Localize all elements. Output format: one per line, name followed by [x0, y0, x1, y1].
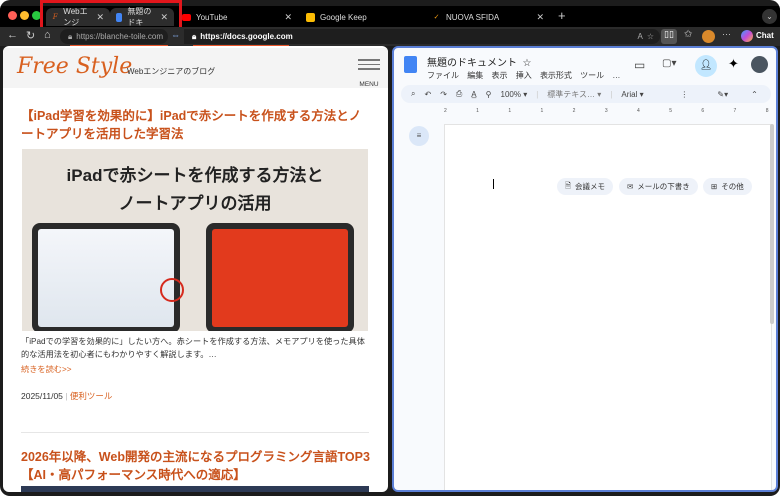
spellcheck-icon[interactable]: A̲ [471, 90, 476, 99]
document-title[interactable]: 無題のドキュメント ☆ [427, 54, 532, 69]
more-tools-icon[interactable]: ⋮ [680, 90, 688, 99]
read-more-link[interactable]: 続きを読む>> [21, 363, 72, 375]
more-chip[interactable]: ⊞ その他 [703, 178, 752, 195]
document-icon: 🗎︎ [565, 181, 572, 190]
blog-tagline: Webエンジニアのブログ [127, 67, 216, 76]
redo-icon[interactable]: ↷ [440, 90, 447, 99]
split-screen-icon[interactable]: ▯▯ [661, 29, 677, 44]
reload-icon[interactable]: ↻ [26, 29, 35, 42]
post-thumbnail[interactable]: iPadで赤シートを作成する方法と ノートアプリの活用 [22, 149, 368, 331]
paint-format-icon[interactable]: ⚲ [486, 90, 492, 99]
outline-icon[interactable]: ≡ [409, 126, 429, 146]
undo-icon[interactable]: ↶ [424, 90, 431, 99]
docs-logo-icon[interactable] [404, 56, 417, 73]
meeting-notes-chip[interactable]: 🗎︎ 会議メモ [557, 178, 614, 195]
post-title[interactable]: 【iPad学習を効果的に】iPadで赤シートを作成する方法とノートアプリを活用し… [21, 107, 371, 143]
home-icon[interactable]: ⌂ [44, 29, 51, 41]
blog-logo[interactable]: Free Style [17, 54, 132, 79]
read-aloud-icon[interactable]: A [637, 32, 642, 41]
url-field-docs[interactable]: 🔒︎ https://docs.google.com A ☆ [184, 29, 660, 44]
menu-view[interactable]: 表示 [491, 71, 507, 80]
divider [21, 432, 369, 433]
email-draft-chip[interactable]: ✉︎ メールの下書き [619, 178, 698, 195]
close-tab-icon[interactable]: ✕ [284, 12, 292, 23]
docs-pane: 無題のドキュメント ☆ ファイル 編集 表示 挿入 表示形式 ツール … ▭ ▢… [392, 46, 778, 492]
gemini-icon[interactable]: ✦ [728, 56, 739, 72]
meet-icon[interactable]: ▢▾ [662, 58, 676, 69]
menu-label: MENU [359, 80, 379, 88]
tab-youtube[interactable]: YouTube ✕ [176, 8, 298, 26]
menu-edit[interactable]: 編集 [467, 71, 483, 80]
menu-more[interactable]: … [612, 71, 620, 80]
back-icon[interactable]: ← [7, 29, 18, 41]
thumbnail-heading: ノートアプリの活用 [118, 194, 272, 213]
docs-toolbar: ⌕ ↶ ↷ ⎙ A̲ ⚲ 100% ▾ | 標準テキス… ▾ | Arial ▾… [401, 85, 771, 103]
favorite-star-icon[interactable]: ☆ [647, 32, 654, 41]
thumbnail-heading: iPadで赤シートを作成する方法と [66, 166, 324, 185]
category-link[interactable]: 便利ツール [70, 391, 113, 401]
url-field-blog[interactable]: 🔒︎ https://blanche-toile.com [60, 29, 168, 44]
chat-button[interactable]: Chat [756, 31, 774, 40]
tab-list-chevron-icon[interactable]: ⌄ [762, 9, 777, 24]
tab-title: NUOVA SFIDA [446, 12, 500, 22]
copilot-icon [741, 30, 753, 42]
user-avatar[interactable] [751, 56, 768, 73]
blog-pane: Free Style Webエンジニアのブログ MENU 【iPad学習を効果的… [3, 46, 388, 492]
lock-icon: 🔒︎ [192, 31, 197, 41]
menu-tools[interactable]: ツール [580, 71, 604, 80]
collapse-toolbar-icon[interactable]: ⌃ [751, 90, 758, 99]
ruler[interactable]: 2 1 1 1 2 3 4 5 6 7 8 9 10 11 12 13 14 [444, 108, 776, 118]
post-thumbnail[interactable] [21, 486, 369, 492]
tab-title: YouTube [196, 12, 228, 22]
share-button[interactable]: 👤︎ [695, 55, 717, 77]
menu-button[interactable]: MENU [358, 56, 380, 91]
favorites-icon[interactable]: ✩ [684, 29, 692, 40]
text-cursor [493, 179, 494, 189]
lock-icon: 🔒︎ [68, 31, 73, 41]
docs-menu-bar: ファイル 編集 表示 挿入 表示形式 ツール … [427, 70, 620, 81]
more-icon[interactable]: ··· [722, 29, 731, 39]
split-link-icon[interactable]: ⇔ [171, 30, 180, 40]
blog-header: Free Style Webエンジニアのブログ MENU [3, 48, 388, 88]
tab-nuova-sfida[interactable]: ✓ NUOVA SFIDA ✕ [426, 8, 550, 26]
zoom-select[interactable]: 100% ▾ [501, 90, 528, 99]
tab-keep[interactable]: Google Keep [300, 8, 422, 26]
ipad-red-sheet-image [206, 223, 354, 331]
post-date: 2025/11/05 [21, 391, 63, 401]
search-icon[interactable]: ⌕ [411, 89, 415, 99]
profile-avatar[interactable] [702, 30, 715, 43]
keep-icon [306, 12, 315, 22]
post-title[interactable]: 2026年以降、Web開発の主流になるプログラミング言語TOP3【AI・高パフォ… [21, 448, 371, 484]
minimize-window-button[interactable] [20, 11, 29, 20]
comment-icon[interactable]: ▭ [634, 58, 645, 72]
menu-insert[interactable]: 挿入 [516, 71, 532, 80]
highlight-box [40, 0, 182, 30]
highlight-circle [160, 278, 184, 302]
url-text: https://blanche-toile.com [76, 32, 163, 41]
font-select[interactable]: Arial ▾ [621, 90, 671, 99]
youtube-icon [182, 13, 191, 21]
new-tab-button[interactable]: + [558, 8, 566, 23]
print-icon[interactable]: ⎙ [456, 89, 462, 99]
url-text: https://docs.google.com [200, 32, 293, 41]
close-window-button[interactable] [8, 11, 17, 20]
document-page[interactable]: 🗎︎ 会議メモ ✉︎ メールの下書き ⊞ その他 [444, 124, 772, 490]
browser-window: F Webエンジ ✕ 無題のドキ ✕ YouTube ✕ Google Keep ✓ … [0, 0, 780, 496]
menu-format[interactable]: 表示形式 [540, 71, 572, 80]
add-icon: ⊞ [711, 182, 718, 191]
check-icon: ✓ [433, 13, 440, 21]
edit-mode-icon[interactable]: ✎▾ [717, 90, 728, 99]
post-excerpt: 「iPadでの学習を効果的に」したい方へ。赤シートを作成する方法、メモアプリを使… [21, 337, 365, 359]
ipad-image [32, 223, 180, 331]
close-tab-icon[interactable]: ✕ [536, 12, 544, 23]
menu-file[interactable]: ファイル [427, 71, 459, 80]
scrollbar[interactable] [770, 124, 774, 324]
tab-title: Google Keep [320, 12, 367, 22]
mail-icon: ✉︎ [627, 182, 634, 191]
post-meta: 2025/11/05 | 便利ツール [21, 391, 113, 401]
style-select[interactable]: 標準テキス… ▾ [547, 89, 601, 100]
